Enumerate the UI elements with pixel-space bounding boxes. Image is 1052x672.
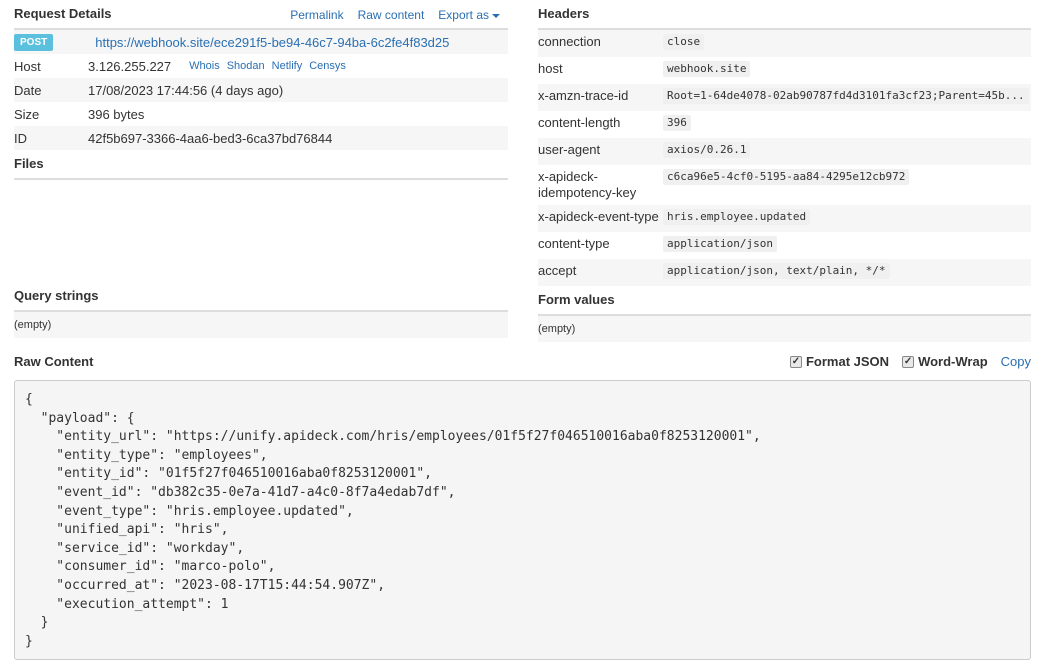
- word-wrap-checkbox[interactable]: ✓: [902, 355, 915, 368]
- netlify-link[interactable]: Netlify: [272, 60, 303, 72]
- host-key: Host: [14, 58, 41, 74]
- header-row: accept application/json, text/plain, */*: [538, 259, 1031, 286]
- word-wrap-toggle[interactable]: ✓ Word-Wrap: [902, 354, 988, 369]
- header-value: c6ca96e5-4cf0-5195-aa84-4295e12cb972: [663, 169, 910, 185]
- query-strings-title: Query strings: [14, 288, 99, 303]
- whois-link[interactable]: Whois: [189, 60, 220, 72]
- host-value: 3.126.255.227: [88, 58, 172, 74]
- copy-button[interactable]: Copy: [1001, 354, 1031, 369]
- size-value: 396 bytes: [88, 106, 145, 122]
- header-row: connection close: [538, 30, 1031, 57]
- permalink-link[interactable]: Permalink: [290, 8, 343, 22]
- size-row: Size 396 bytes: [14, 102, 508, 126]
- files-header: Files: [14, 150, 508, 180]
- shodan-link[interactable]: Shodan: [227, 60, 265, 72]
- query-strings-header: Query strings: [14, 282, 508, 312]
- host-value-group: 3.126.255.227 Whois Shodan Netlify Censy…: [88, 59, 346, 74]
- request-details-header: Request Details Permalink Raw content Ex…: [14, 0, 508, 30]
- header-value: 396: [663, 115, 691, 131]
- header-key: connection: [538, 34, 601, 49]
- raw-content-options: ✓ Format JSON ✓ Word-Wrap Copy: [789, 354, 1031, 369]
- request-url-row: POST https://webhook.site/ece291f5-be94-…: [14, 30, 508, 54]
- header-value: Root=1-64de4078-02ab90787fd4d3101fa3cf23…: [663, 88, 1029, 104]
- form-values-value: (empty): [538, 316, 1031, 342]
- header-key: content-type: [538, 236, 610, 251]
- request-actions: Permalink Raw content Export as: [290, 8, 500, 22]
- raw-content-link[interactable]: Raw content: [358, 8, 425, 22]
- censys-link[interactable]: Censys: [309, 60, 346, 72]
- raw-content-panel: Raw Content ✓ Format JSON ✓ Word-Wrap Co…: [14, 348, 1031, 660]
- header-row: x-apideck-idempotency-key c6ca96e5-4cf0-…: [538, 165, 1031, 205]
- format-json-checkbox[interactable]: ✓: [789, 355, 802, 368]
- header-row: host webhook.site: [538, 57, 1031, 84]
- host-lookup-links: Whois Shodan Netlify Censys: [189, 60, 346, 72]
- header-row: user-agent axios/0.26.1: [538, 138, 1031, 165]
- header-key: user-agent: [538, 142, 601, 157]
- form-values-panel: Form values (empty): [538, 286, 1031, 342]
- date-row: Date 17/08/2023 17:44:56 (4 days ago): [14, 78, 508, 102]
- host-row: Host 3.126.255.227 Whois Shodan Netlify …: [14, 54, 508, 78]
- header-value: close: [663, 34, 705, 50]
- format-json-label: Format JSON: [805, 354, 890, 369]
- date-value: 17/08/2023 17:44:56 (4 days ago): [88, 82, 284, 98]
- header-row: x-apideck-event-type hris.employee.updat…: [538, 205, 1031, 232]
- header-value: application/json, text/plain, */*: [663, 263, 890, 279]
- size-key: Size: [14, 106, 40, 122]
- header-value: webhook.site: [663, 61, 751, 77]
- files-title: Files: [14, 156, 44, 171]
- request-details-title: Request Details: [14, 6, 112, 21]
- files-list: [14, 180, 508, 282]
- word-wrap-label: Word-Wrap: [918, 354, 988, 369]
- request-url-link[interactable]: https://webhook.site/ece291f5-be94-46c7-…: [95, 35, 449, 50]
- header-key: content-length: [538, 115, 621, 130]
- raw-content-title: Raw Content: [14, 354, 94, 369]
- headers-title: Headers: [538, 6, 590, 21]
- header-key: x-apideck-event-type: [538, 209, 659, 224]
- header-value: axios/0.26.1: [663, 142, 751, 158]
- header-key: host: [538, 61, 563, 76]
- headers-panel: Headers connection close host webhook.si…: [538, 0, 1031, 286]
- id-key: ID: [14, 130, 27, 146]
- id-value: 42f5b697-3366-4aa6-bed3-6ca37bd76844: [88, 130, 333, 146]
- headers-header: Headers: [538, 0, 1031, 30]
- export-as-dropdown[interactable]: Export as: [438, 8, 500, 22]
- query-strings-value: (empty): [14, 312, 508, 338]
- header-value: application/json: [663, 236, 777, 252]
- export-as-label: Export as: [438, 8, 489, 22]
- date-key: Date: [14, 82, 42, 98]
- raw-content-header: Raw Content ✓ Format JSON ✓ Word-Wrap Co…: [14, 348, 1031, 378]
- header-key: accept: [538, 263, 577, 278]
- form-values-title: Form values: [538, 292, 615, 307]
- header-key: x-apideck-idempotency-key: [538, 169, 637, 200]
- request-details-panel: Request Details Permalink Raw content Ex…: [14, 0, 508, 338]
- format-json-toggle[interactable]: ✓ Format JSON: [789, 354, 890, 369]
- header-value: hris.employee.updated: [663, 209, 811, 225]
- header-key: x-amzn-trace-id: [538, 88, 629, 103]
- form-values-header: Form values: [538, 286, 1031, 316]
- raw-content-box[interactable]: { "payload": { "entity_url": "https://un…: [14, 380, 1031, 660]
- header-row: content-length 396: [538, 111, 1031, 138]
- caret-down-icon: [492, 13, 500, 18]
- header-row: content-type application/json: [538, 232, 1031, 259]
- raw-content-text: { "payload": { "entity_url": "https://un…: [25, 392, 761, 649]
- id-row: ID 42f5b697-3366-4aa6-bed3-6ca37bd76844: [14, 126, 508, 150]
- header-row: x-amzn-trace-id Root=1-64de4078-02ab9078…: [538, 84, 1031, 111]
- method-badge: POST: [14, 33, 54, 51]
